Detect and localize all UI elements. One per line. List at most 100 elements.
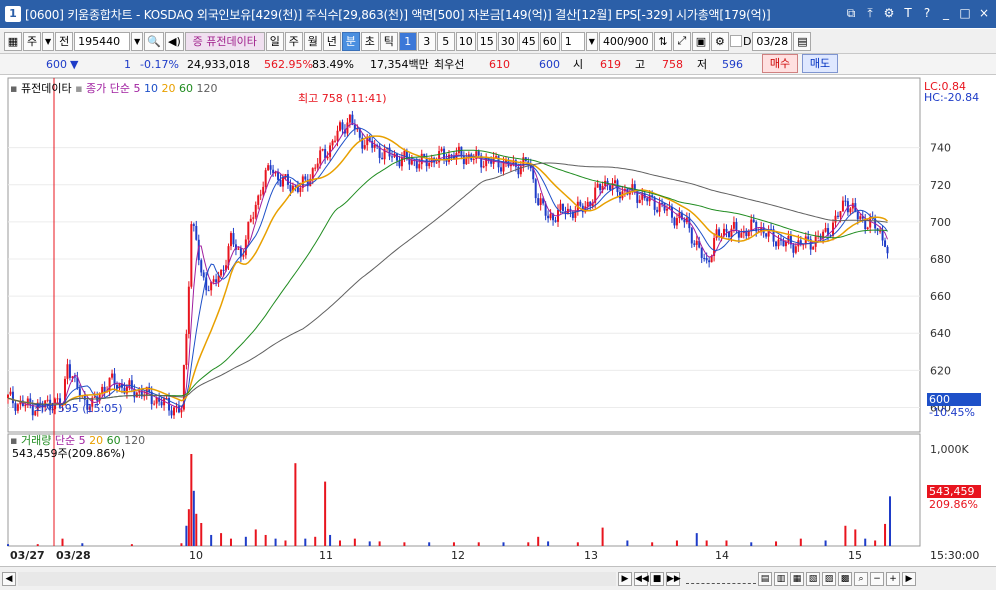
interval-1[interactable]: 1 xyxy=(398,31,417,51)
link-icon[interactable]: ⧉ xyxy=(843,5,859,21)
dropdown-chevron-icon[interactable]: ▼ xyxy=(42,31,55,51)
candle-body xyxy=(26,398,29,405)
view-4-icon[interactable]: ▧ xyxy=(806,571,820,586)
period-year[interactable]: 년 xyxy=(322,31,341,51)
period-day[interactable]: 일 xyxy=(265,31,284,51)
candle-body xyxy=(395,153,398,161)
scroll-right-icon[interactable]: ▶ xyxy=(902,571,916,586)
view-2-icon[interactable]: ▥ xyxy=(774,571,788,586)
candle-body xyxy=(363,145,366,149)
price-tick-label: 640 xyxy=(930,327,951,340)
sell-button[interactable]: 매도 xyxy=(802,54,838,73)
volume-bar xyxy=(195,513,198,546)
volume-bar xyxy=(7,544,9,546)
help-icon[interactable]: ? xyxy=(919,5,935,21)
volume-bar xyxy=(854,529,857,546)
minimize-icon[interactable]: _ xyxy=(938,5,954,21)
zoom-out-icon[interactable]: − xyxy=(870,571,884,586)
rewind-icon[interactable]: ◀◀ xyxy=(634,571,649,586)
calendar-icon[interactable]: ▤ xyxy=(793,31,812,51)
stock-code-input[interactable]: 195440 xyxy=(74,31,131,51)
view-3-icon[interactable]: ▦ xyxy=(790,571,804,586)
candle-body xyxy=(267,165,270,171)
volume-bar xyxy=(338,540,341,546)
volume-bar xyxy=(705,540,708,546)
candle-body xyxy=(277,171,280,180)
zoom-in-icon[interactable]: + xyxy=(886,571,900,586)
text-size-icon[interactable]: T xyxy=(900,5,916,21)
interval-3[interactable]: 3 xyxy=(417,31,436,51)
candle-body xyxy=(418,164,421,169)
volume-bar xyxy=(314,536,317,546)
close-icon[interactable]: × xyxy=(976,5,992,21)
price-volume-chart[interactable]: 600 620 640 660 680 700 720 740 03/27 03/28 10 11 1… xyxy=(0,76,996,566)
search-icon[interactable]: 🔍 xyxy=(144,31,165,51)
play-icon[interactable]: ▶ xyxy=(618,571,632,586)
prev-button[interactable]: 전 xyxy=(55,31,74,51)
candle-body xyxy=(338,122,341,131)
period-second[interactable]: 초 xyxy=(360,31,379,51)
legend-ma60: 60 xyxy=(179,82,194,95)
gear-icon[interactable]: ⚙ xyxy=(710,31,729,51)
multiplier-chevron-icon[interactable]: ▼ xyxy=(585,31,598,51)
candle-body xyxy=(715,229,718,239)
candle-body xyxy=(187,286,190,334)
period-main-select[interactable]: 주 xyxy=(23,31,41,51)
period-week[interactable]: 주 xyxy=(284,31,303,51)
interval-10[interactable]: 10 xyxy=(455,31,476,51)
candle-body xyxy=(777,239,780,247)
interval-15[interactable]: 15 xyxy=(476,31,497,51)
zoom-search-icon[interactable]: ⌕ xyxy=(854,571,868,586)
candle-body xyxy=(732,222,735,229)
candle-body xyxy=(222,269,225,271)
scroll-left-icon[interactable]: ◀ xyxy=(2,571,16,586)
interval-60[interactable]: 60 xyxy=(539,31,560,51)
scroll-track[interactable] xyxy=(18,571,616,586)
sound-icon[interactable]: ◀) xyxy=(165,31,184,51)
interval-5[interactable]: 5 xyxy=(436,31,455,51)
date-checkbox[interactable] xyxy=(729,35,742,47)
multiplier-select[interactable]: 1 xyxy=(560,31,585,51)
candle-body xyxy=(207,290,210,292)
legend-ma20: 20 xyxy=(161,82,176,95)
candle-body xyxy=(242,255,245,257)
candle-body xyxy=(11,391,14,404)
pin-icon[interactable]: ⤒ xyxy=(862,5,878,21)
view-5-icon[interactable]: ▨ xyxy=(822,571,836,586)
candle-body xyxy=(103,386,106,392)
candle-body xyxy=(683,219,686,223)
volume-bar xyxy=(254,529,257,546)
period-month[interactable]: 월 xyxy=(303,31,322,51)
zoom-slider[interactable] xyxy=(686,574,756,584)
candle-body xyxy=(534,179,537,199)
interval-30[interactable]: 30 xyxy=(497,31,518,51)
open-label: 시 xyxy=(573,58,584,71)
chart-area[interactable]: 600 620 640 660 680 700 720 740 03/27 03/28 10 11 1… xyxy=(0,76,996,566)
candle-body xyxy=(326,156,329,159)
buy-button[interactable]: 매수 xyxy=(762,54,798,73)
view-1-icon[interactable]: ▤ xyxy=(758,571,772,586)
candle-body xyxy=(859,216,862,220)
candle-body xyxy=(435,162,438,164)
candle-body xyxy=(730,228,733,237)
draw-icon[interactable]: ⤢ xyxy=(672,31,691,51)
save-icon[interactable]: ▣ xyxy=(691,31,710,51)
current-price-tag: 600 xyxy=(927,393,981,406)
interval-45[interactable]: 45 xyxy=(518,31,539,51)
period-tick[interactable]: 틱 xyxy=(379,31,398,51)
indicator-icon[interactable]: ⇅ xyxy=(653,31,672,51)
settings-icon[interactable]: ⚙ xyxy=(881,5,897,21)
period-minute[interactable]: 분 xyxy=(341,31,360,51)
bar-count-input[interactable]: 400/900 xyxy=(598,31,653,51)
fast-forward-icon[interactable]: ▶▶ xyxy=(666,571,681,586)
code-dropdown-icon[interactable]: ▼ xyxy=(131,31,144,51)
view-6-icon[interactable]: ▩ xyxy=(838,571,852,586)
maximize-icon[interactable]: □ xyxy=(957,5,973,21)
date-input[interactable]: 03/28 xyxy=(752,31,793,51)
stop-icon[interactable]: ■ xyxy=(650,571,664,586)
candle-body xyxy=(259,194,262,196)
layout-icon[interactable]: ▦ xyxy=(4,31,22,51)
candle-body xyxy=(7,394,9,399)
volume-bar xyxy=(824,540,827,546)
stock-name-tab[interactable]: 증 퓨전데이타 xyxy=(184,31,265,51)
